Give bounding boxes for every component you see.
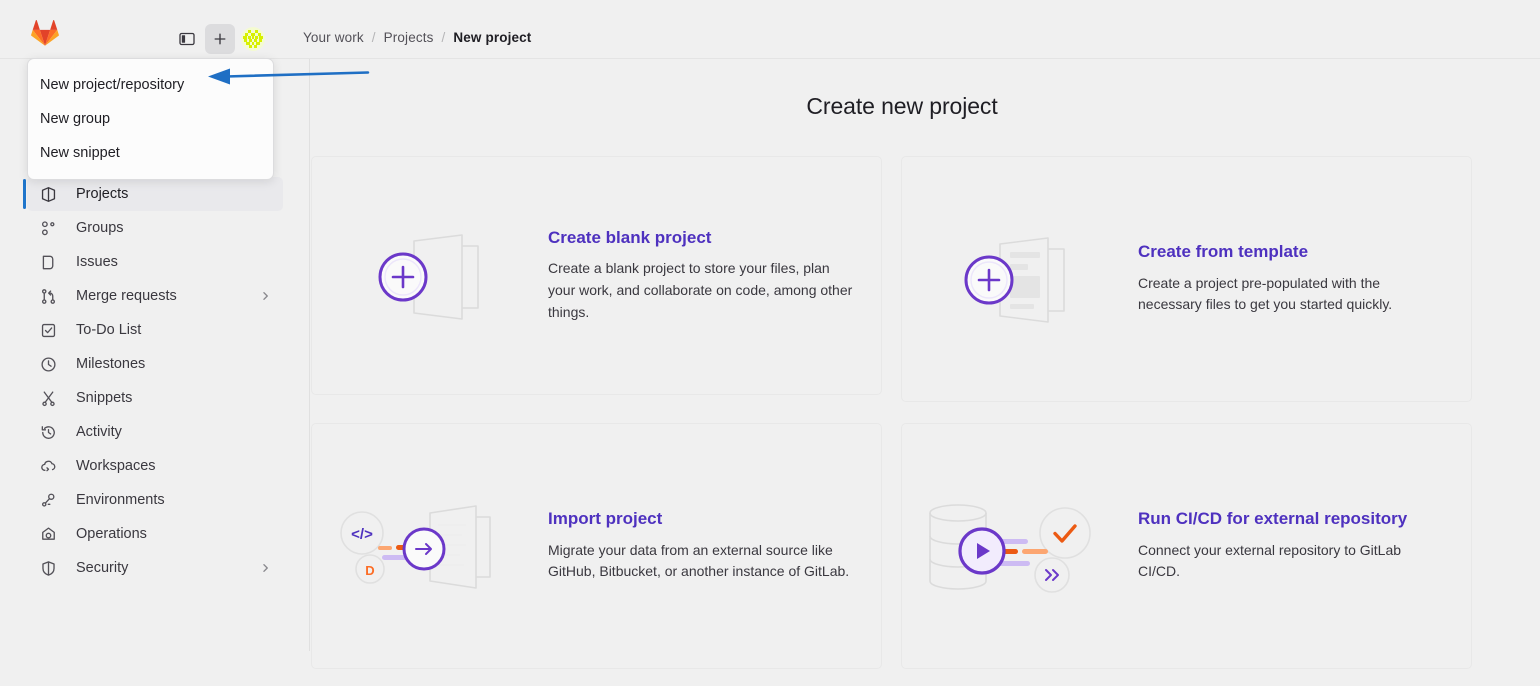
sidebar-item-label: Workspaces [76,458,156,474]
dropdown-item-label: New snippet [40,145,120,161]
group-icon [39,219,57,237]
breadcrumb-separator: / [441,30,446,45]
card-create-from-template[interactable]: Create from template Create a project pr… [901,156,1472,402]
merge-request-icon [39,287,57,305]
card-row-divider [311,402,1491,423]
project-icon [39,185,57,203]
sidebar-item-label: To-Do List [76,322,142,338]
breadcrumb-item-new-project: New project [453,30,532,45]
top-bar: Your work / Projects / New project [0,0,1540,59]
page-title: Create new project [806,93,998,119]
sidebar-item-groups[interactable]: Groups [27,211,283,245]
sidebar-item-security[interactable]: Security [27,551,283,585]
shield-icon [39,559,57,577]
card-text-block: Create blank project Create a blank proj… [548,228,881,323]
sidebar-item-snippets[interactable]: Snippets [27,381,283,415]
sidebar-item-label: Issues [76,254,118,270]
sidebar-item-merge-requests[interactable]: Merge requests [27,279,283,313]
sidebar-item-workspaces[interactable]: Workspaces [27,449,283,483]
card-import-project[interactable]: </> D Import project Migrate your data f… [311,423,882,669]
breadcrumb-item-projects[interactable]: Projects [384,30,434,45]
import-project-illustration: </> D [312,424,548,668]
history-icon [39,423,57,441]
dropdown-item-label: New group [40,111,111,127]
operations-icon [39,525,57,543]
svg-text:D: D [365,563,374,578]
sidebar-item-label: Snippets [76,390,133,406]
cicd-external-repo-illustration [902,424,1138,668]
card-row-top: Create blank project Create a blank proj… [311,156,1491,402]
sidebar-item-operations[interactable]: Operations [27,517,283,551]
dropdown-item-new-snippet[interactable]: New snippet [28,136,273,170]
sidebar-item-label: Activity [76,424,122,440]
card-text-block: Run CI/CD for external repository Connec… [1138,509,1471,583]
card-title[interactable]: Create blank project [548,228,853,248]
chevron-right-icon[interactable] [260,291,271,302]
sidebar-item-label: Environments [76,492,165,508]
snippet-scissors-icon [39,389,57,407]
breadcrumb: Your work / Projects / New project [303,30,531,45]
identicon-avatar-icon [241,27,265,51]
sidebar-item-issues[interactable]: Issues [27,245,283,279]
environment-icon [39,491,57,509]
breadcrumb-separator: / [371,30,376,45]
main-content: Create new project Create blank project … [311,59,1540,686]
card-description: Migrate your data from an external sourc… [548,541,850,580]
card-description: Create a project pre-populated with the … [1138,274,1393,313]
project-type-cards: Create blank project Create a blank proj… [311,156,1491,669]
card-description: Create a blank project to store your fil… [548,260,853,320]
new-item-dropdown-menu[interactable]: New project/repository New group New sni… [27,58,274,180]
gitlab-logo-icon[interactable] [31,19,59,46]
sidebar-item-environments[interactable]: Environments [27,483,283,517]
avatar[interactable] [241,27,265,51]
sidebar-panel-icon [179,32,195,46]
gitlab-app-window: Your work / Projects / New project Proje… [0,0,1540,686]
sidebar-item-label: Operations [76,526,147,542]
sidebar-nav-list: Projects Groups Issues Merge requests To… [0,177,310,585]
dropdown-item-label: New project/repository [40,77,185,93]
card-title[interactable]: Import project [548,509,853,529]
breadcrumb-item-your-work[interactable]: Your work [303,30,364,45]
cloud-workspace-icon [39,457,57,475]
card-title[interactable]: Create from template [1138,242,1443,262]
dropdown-item-new-group[interactable]: New group [28,102,273,136]
card-create-blank-project[interactable]: Create blank project Create a blank proj… [311,156,882,395]
blank-project-illustration [312,157,548,394]
new-item-button[interactable] [205,24,235,54]
sidebar-item-label: Security [76,560,129,576]
card-description: Connect your external repository to GitL… [1138,541,1402,580]
card-text-block: Import project Migrate your data from an… [548,509,881,583]
sidebar-item-milestones[interactable]: Milestones [27,347,283,381]
issues-icon [39,253,57,271]
sidebar-item-label: Merge requests [76,288,177,304]
sidebar-item-label: Milestones [76,356,146,372]
chevron-right-icon[interactable] [260,563,271,574]
clock-icon [39,355,57,373]
card-run-cicd-external-repository[interactable]: Run CI/CD for external repository Connec… [901,423,1472,669]
sidebar-item-label: Groups [76,220,124,236]
sidebar-item-to-do-list[interactable]: To-Do List [27,313,283,347]
svg-text:</>: </> [351,526,373,543]
card-text-block: Create from template Create a project pr… [1138,242,1471,316]
todo-check-icon [39,321,57,339]
sidebar-item-label: Projects [76,186,129,202]
dropdown-item-new-project-repository[interactable]: New project/repository [28,68,273,102]
top-bar-left-section [0,0,310,58]
sidebar-item-activity[interactable]: Activity [27,415,283,449]
plus-icon [214,33,226,45]
template-project-illustration [902,157,1138,401]
card-row-bottom: </> D Import project Migrate your data f… [311,423,1491,669]
toggle-sidebar-button[interactable] [172,24,202,54]
card-title[interactable]: Run CI/CD for external repository [1138,509,1443,529]
sidebar-item-projects[interactable]: Projects [23,177,283,211]
